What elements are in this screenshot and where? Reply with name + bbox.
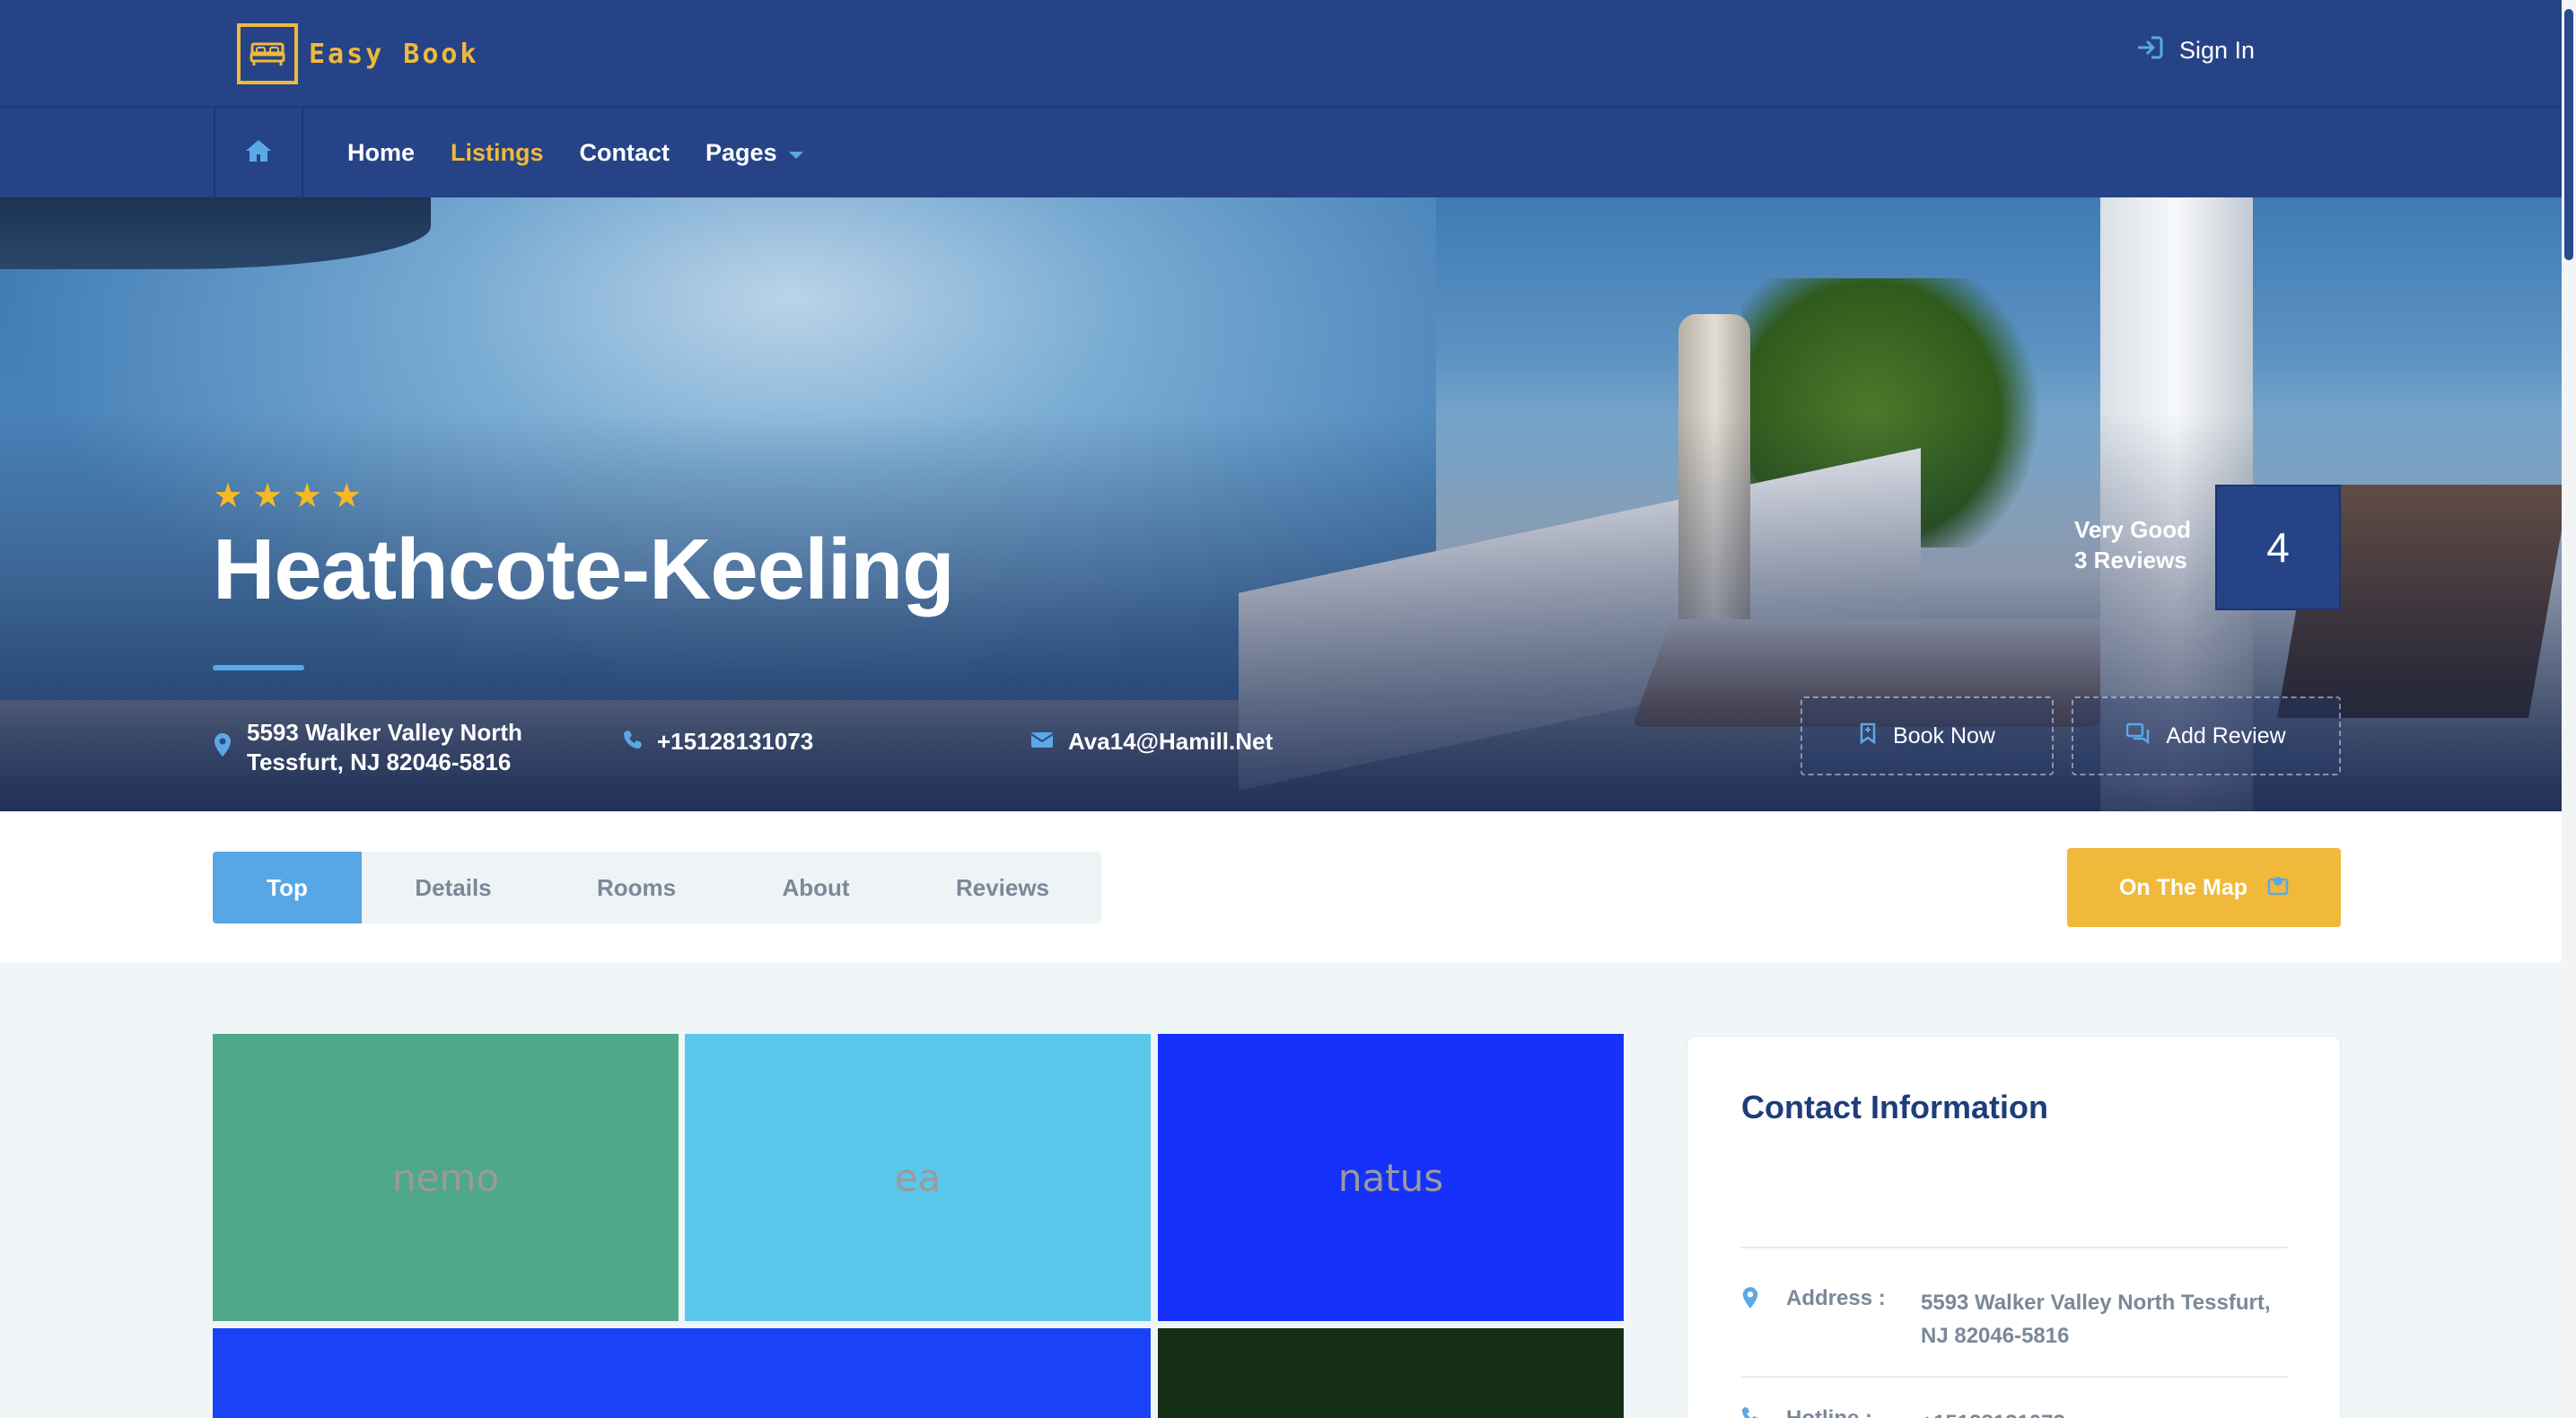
star-icon: ★ bbox=[252, 477, 284, 515]
contact-info-title: Contact Information bbox=[1741, 1089, 2048, 1125]
address-line-1: 5593 Walker Valley North bbox=[247, 719, 522, 746]
chat-icon bbox=[2126, 722, 2150, 750]
tab-about[interactable]: About bbox=[728, 852, 904, 923]
listing-content: nemo ea natus Contact Information Addres… bbox=[0, 962, 2562, 1418]
address-line-2: Tessfurt, NJ 82046-5816 bbox=[247, 748, 512, 775]
gallery-image[interactable] bbox=[213, 1328, 1151, 1418]
star-icon: ★ bbox=[292, 477, 323, 515]
listing-title: Heathcote-Keeling bbox=[213, 521, 955, 617]
gallery-image[interactable] bbox=[1158, 1328, 1624, 1418]
phone-number: +15128131073 bbox=[657, 728, 814, 755]
map-pin-icon bbox=[1741, 1286, 1786, 1352]
phone-icon bbox=[1741, 1406, 1786, 1418]
bookmark-icon bbox=[1859, 722, 1877, 750]
gallery-image[interactable]: natus bbox=[1158, 1034, 1624, 1321]
reviews-count: 3 Reviews bbox=[2074, 546, 2187, 573]
divider bbox=[1741, 1247, 2288, 1248]
caret-down-icon bbox=[788, 139, 804, 167]
top-header: Easy Book Sign In bbox=[0, 0, 2562, 106]
sign-in-icon bbox=[2136, 36, 2163, 66]
star-rating: ★ ★ ★ ★ bbox=[213, 479, 362, 513]
email-icon bbox=[1030, 730, 1054, 754]
tab-top[interactable]: Top bbox=[213, 852, 362, 923]
nav-item-contact[interactable]: Contact bbox=[580, 139, 670, 167]
gallery-image[interactable]: nemo bbox=[213, 1034, 679, 1321]
star-icon: ★ bbox=[213, 477, 244, 515]
tab-reviews[interactable]: Reviews bbox=[904, 852, 1101, 923]
hotline-value[interactable]: +15128131073 bbox=[1921, 1406, 2298, 1418]
hero-address: 5593 Walker Valley North Tessfurt, NJ 82… bbox=[213, 718, 522, 776]
tab-rooms[interactable]: Rooms bbox=[545, 852, 728, 923]
rating-text: Very Good bbox=[2074, 516, 2192, 543]
book-now-button[interactable]: Book Now bbox=[1801, 696, 2054, 775]
hero-banner: ★ ★ ★ ★ Heathcote-Keeling 5593 Walker Va… bbox=[0, 197, 2562, 811]
nav-item-pages-label: Pages bbox=[705, 138, 777, 166]
star-icon: ★ bbox=[331, 477, 363, 515]
main-nav: Home Listings Contact Pages bbox=[0, 106, 2562, 197]
nav-item-listings[interactable]: Listings bbox=[451, 139, 544, 167]
map-marker-icon bbox=[2267, 874, 2289, 902]
home-icon bbox=[244, 138, 273, 168]
map-pin-icon bbox=[213, 732, 232, 762]
nav-item-home[interactable]: Home bbox=[347, 139, 415, 167]
sign-in-link[interactable]: Sign In bbox=[2136, 36, 2255, 66]
book-now-label: Book Now bbox=[1893, 722, 1995, 748]
listing-tabs-bar: Top Details Rooms About Reviews On The M… bbox=[0, 811, 2562, 962]
brand-name: Easy Book bbox=[309, 38, 479, 70]
gallery-image[interactable]: ea bbox=[685, 1034, 1151, 1321]
rating-summary: Very Good 3 Reviews bbox=[2074, 515, 2191, 576]
page: Easy Book Sign In Home Listings Contact bbox=[0, 0, 2576, 1418]
scrollbar-thumb[interactable] bbox=[2564, 9, 2573, 260]
address-value: 5593 Walker Valley North Tessfurt, NJ 82… bbox=[1921, 1291, 2271, 1349]
listing-tabs: Top Details Rooms About Reviews bbox=[213, 852, 1101, 923]
nav-links: Home Listings Contact Pages bbox=[347, 108, 804, 197]
nav-item-pages[interactable]: Pages bbox=[705, 139, 804, 167]
rating-score: 4 bbox=[2215, 485, 2341, 610]
on-the-map-label: On The Map bbox=[2118, 874, 2248, 900]
contact-row-address: Address : 5593 Walker Valley North Tessf… bbox=[1741, 1286, 2298, 1352]
address-label: Address : bbox=[1786, 1286, 1886, 1310]
nav-home-button[interactable] bbox=[214, 108, 303, 197]
add-review-label: Add Review bbox=[2166, 722, 2286, 748]
tab-details[interactable]: Details bbox=[362, 852, 545, 923]
add-review-button[interactable]: Add Review bbox=[2072, 696, 2341, 775]
contact-info-card: Contact Information Address : 5593 Walke… bbox=[1687, 1036, 2341, 1418]
hotline-label: Hotline : bbox=[1786, 1406, 1921, 1418]
hero-email[interactable]: Ava14@Hamill.Net bbox=[1030, 727, 1273, 757]
divider bbox=[1741, 1376, 2288, 1378]
contact-row-hotline: Hotline : +15128131073 bbox=[1741, 1406, 2298, 1418]
sign-in-label: Sign In bbox=[2178, 37, 2255, 64]
hero-phone[interactable]: +15128131073 bbox=[623, 727, 813, 757]
title-underline bbox=[213, 665, 304, 670]
bed-icon bbox=[237, 23, 298, 84]
email-address: Ava14@Hamill.Net bbox=[1068, 728, 1274, 755]
on-the-map-button[interactable]: On The Map bbox=[2067, 848, 2341, 927]
phone-icon bbox=[623, 730, 643, 754]
logo[interactable]: Easy Book bbox=[237, 23, 479, 84]
